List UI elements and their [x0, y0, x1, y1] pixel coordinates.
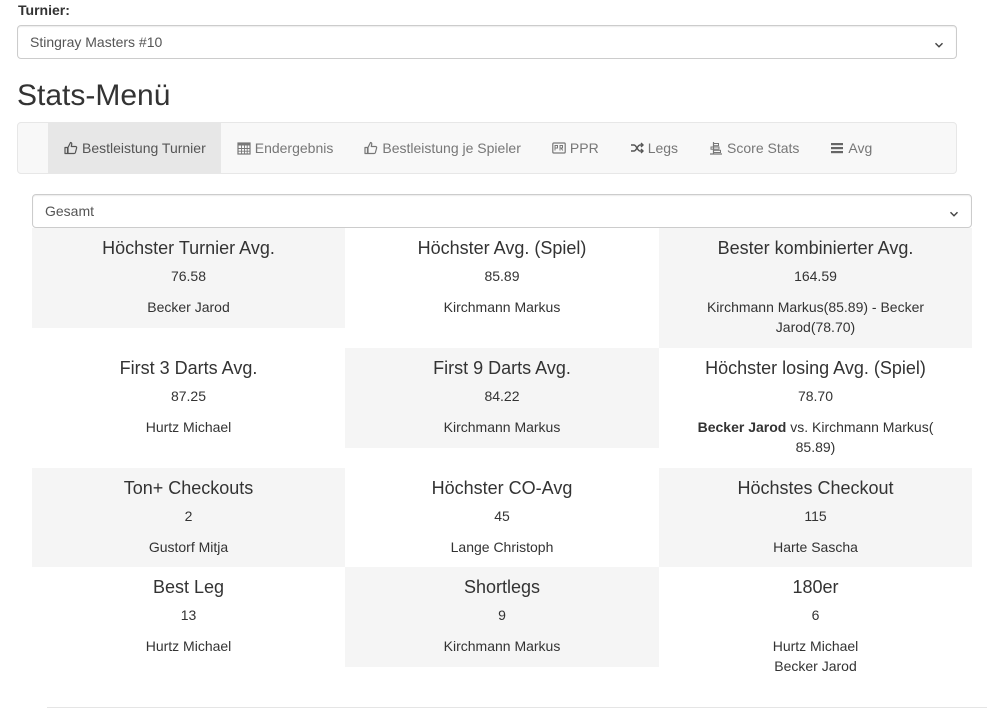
nav-item-legs[interactable]: Legs [614, 123, 693, 173]
shuffle-icon [629, 140, 645, 156]
stat-value: 84.22 [484, 388, 520, 404]
stat-player: Gustorf Mitja [148, 539, 229, 555]
nav-item-endergebnis[interactable]: Endergebnis [221, 123, 349, 173]
stat-value: 87.25 [170, 388, 207, 404]
stat-player-line: Hurtz Michael [772, 638, 859, 654]
turnier-label: Turnier: [18, 2, 70, 18]
stat-player: Kirchmann Markus(85.89) - Becker Jarod(7… [706, 299, 925, 335]
chevron-down-icon [934, 37, 944, 48]
nav-item-ppr[interactable]: PPR [536, 123, 614, 173]
stat-value: 76.58 [170, 268, 207, 284]
stat-value: 9 [498, 607, 506, 623]
stat-title: Best Leg [152, 577, 225, 597]
stat-value: 85.89 [484, 268, 520, 284]
page-title: Stats-Menü [17, 79, 171, 112]
stat-card-hoechster-avg-spiel: Höchster Avg. (Spiel) 85.89 Kirchmann Ma… [345, 228, 659, 348]
stat-card-bester-kombinierter-avg: Bester kombinierter Avg. 164.59 Kirchman… [659, 228, 972, 348]
stat-title: First 3 Darts Avg. [119, 358, 258, 378]
stat-card-shortlegs: Shortlegs 9 Kirchmann Markus [345, 567, 659, 667]
stat-player: Harte Sascha [773, 539, 858, 555]
stat-player: Hurtz Michael Becker Jarod [689, 636, 942, 676]
nav-item-label: Bestleistung Turnier [82, 140, 206, 156]
stat-value: 78.70 [797, 388, 834, 404]
divider [47, 707, 987, 708]
stat-title: 180er [792, 577, 839, 597]
turnier-select[interactable]: Stingray Masters #10 [17, 25, 957, 59]
stat-value: 13 [180, 607, 197, 623]
nav-item-bestleistung-turnier[interactable]: Bestleistung Turnier [48, 123, 221, 173]
stat-player: Kirchmann Markus [443, 638, 561, 654]
stat-card-ton-checkouts: Ton+ Checkouts 2 Gustorf Mitja [32, 468, 345, 567]
nav-item-label: Endergebnis [254, 140, 334, 156]
stat-value: 45 [494, 508, 510, 524]
nav-item-label: Bestleistung je Spieler [382, 140, 521, 156]
nav-item-score-stats[interactable]: Score Stats [693, 123, 814, 173]
calendar-grid-icon [236, 140, 252, 156]
stat-card-first-9-darts-avg: First 9 Darts Avg. 84.22 Kirchmann Marku… [345, 348, 659, 448]
stat-player-bold: Becker Jarod [697, 419, 787, 435]
stat-player: Becker Jarod vs. Kirchmann Markus( 85.89… [689, 417, 942, 457]
stats-navbar: Bestleistung Turnier Endergebnis Bestlei… [17, 122, 957, 174]
stat-player: Lange Christoph [450, 539, 554, 555]
stat-card-hoechster-co-avg: Höchster CO-Avg 45 Lange Christoph [345, 468, 659, 567]
stat-player-line: Becker Jarod [774, 658, 857, 674]
nav-item-label: PPR [569, 140, 599, 156]
stat-value: 115 [804, 508, 827, 524]
stat-card-180er: 180er 6 Hurtz Michael Becker Jarod [659, 567, 972, 687]
stat-card-best-leg: Best Leg 13 Hurtz Michael [32, 567, 345, 667]
stat-player: Becker Jarod [147, 299, 230, 315]
stat-value: 164.59 [794, 268, 837, 284]
stat-title: Höchster CO-Avg [431, 478, 573, 498]
stat-title: First 9 Darts Avg. [433, 358, 571, 378]
stat-player: Hurtz Michael [145, 638, 232, 654]
stat-title: Ton+ Checkouts [123, 478, 254, 498]
stat-title: Höchster Avg. (Spiel) [417, 238, 587, 258]
stat-card-first-3-darts-avg: First 3 Darts Avg. 87.25 Hurtz Michael [32, 348, 345, 468]
stat-title: Höchster Turnier Avg. [102, 238, 275, 258]
filter-select[interactable]: Gesamt [32, 194, 972, 228]
stat-title: Bester kombinierter Avg. [717, 238, 914, 258]
filter-select-value: Gesamt [45, 203, 95, 219]
nav-item-label: Avg [848, 140, 873, 156]
chevron-down-icon [949, 206, 959, 217]
list-icon [829, 140, 845, 156]
stat-value: 6 [811, 607, 820, 623]
thumbs-up-icon [363, 140, 379, 156]
ppr-badge-icon [551, 140, 567, 156]
bar-align-icon [708, 140, 724, 156]
nav-item-label: Legs [647, 140, 679, 156]
stat-title: Shortlegs [463, 577, 541, 597]
stat-value: 2 [184, 508, 193, 524]
stat-card-hoechster-losing-avg: Höchster losing Avg. (Spiel) 78.70 Becke… [659, 348, 972, 468]
nav-item-label: Score Stats [727, 140, 800, 156]
stat-card-hoechstes-checkout: Höchstes Checkout 115 Harte Sascha [659, 468, 972, 567]
stat-title: Höchstes Checkout [737, 478, 894, 498]
stat-player: Kirchmann Markus [443, 419, 561, 435]
stat-card-hoechster-turnier-avg: Höchster Turnier Avg. 76.58 Becker Jarod [32, 228, 345, 328]
stat-player: Kirchmann Markus [443, 299, 561, 315]
stat-title: Höchster losing Avg. (Spiel) [705, 358, 926, 378]
stat-player-rest: vs. Kirchmann Markus( 85.89) [786, 419, 934, 455]
stat-player: Hurtz Michael [145, 419, 232, 435]
nav-item-bestleistung-je-spieler[interactable]: Bestleistung je Spieler [348, 123, 536, 173]
nav-item-avg[interactable]: Avg [814, 123, 887, 173]
thumbs-up-icon [63, 140, 79, 156]
turnier-select-value: Stingray Masters #10 [30, 34, 163, 50]
